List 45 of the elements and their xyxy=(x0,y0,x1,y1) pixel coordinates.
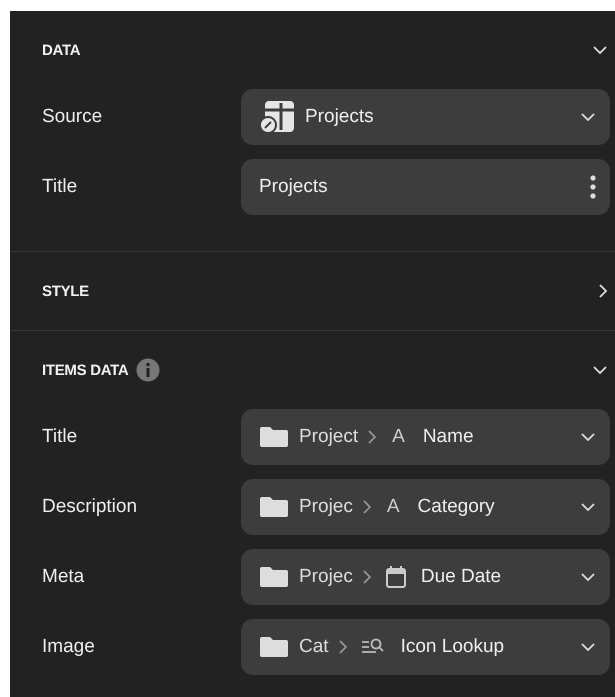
field-name: Category xyxy=(418,496,496,518)
field-label: Meta xyxy=(42,566,86,588)
chevron-down-icon[interactable] xyxy=(580,572,596,582)
chevron-right-icon xyxy=(338,640,347,654)
section-title: DATA xyxy=(42,42,80,58)
chevron-down-icon[interactable] xyxy=(580,502,596,512)
field-label: Image xyxy=(42,636,96,658)
folder-icon xyxy=(259,426,289,448)
source-name: Projec xyxy=(299,496,353,518)
section-title: ITEMS DATA xyxy=(42,362,128,378)
chevron-down-icon[interactable] xyxy=(592,365,608,375)
field-path-dropdown[interactable]: Projec Due Date xyxy=(241,549,610,605)
text-type-icon: A xyxy=(392,426,405,448)
chevron-down-icon[interactable] xyxy=(592,45,608,55)
chevron-right-icon[interactable] xyxy=(598,283,608,299)
field-label: Description xyxy=(42,496,138,518)
field-name: Due Date xyxy=(420,566,502,588)
chevron-down-icon[interactable] xyxy=(580,642,596,652)
more-icon[interactable] xyxy=(590,175,596,199)
chevron-down-icon[interactable] xyxy=(580,432,596,442)
source-dropdown[interactable]: Projects xyxy=(241,89,610,145)
field-path-dropdown[interactable]: Project A Name xyxy=(241,409,610,465)
section-title: STYLE xyxy=(42,282,89,300)
calendar-icon xyxy=(384,565,407,589)
folder-icon xyxy=(259,496,289,518)
chevron-down-icon[interactable] xyxy=(580,112,596,122)
field-name: Name xyxy=(422,426,475,448)
field-label: Title xyxy=(42,176,78,198)
folder-icon xyxy=(259,566,289,588)
folder-icon xyxy=(259,636,289,658)
chevron-right-icon xyxy=(362,500,371,514)
chevron-right-icon xyxy=(362,570,371,584)
field-path-dropdown[interactable]: Cat Icon Lookup xyxy=(241,619,610,675)
source-name: Cat xyxy=(299,636,329,658)
chevron-right-icon xyxy=(368,430,376,444)
source-name: Project xyxy=(299,426,358,448)
database-icon xyxy=(259,100,295,134)
title-input[interactable]: Projects xyxy=(241,159,610,215)
field-name: Icon Lookup xyxy=(400,636,506,658)
field-label: Title xyxy=(42,426,78,448)
source-name: Projec xyxy=(299,566,353,588)
text-type-icon: A xyxy=(386,496,400,518)
field-path-dropdown[interactable]: Projec A Category xyxy=(241,479,610,535)
field-label: Source xyxy=(42,106,104,128)
info-icon[interactable] xyxy=(136,358,160,382)
